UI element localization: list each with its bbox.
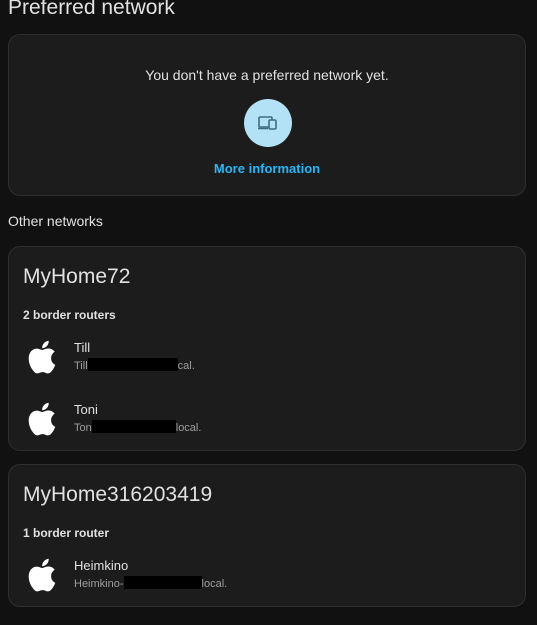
redacted-block	[123, 576, 202, 589]
router-hostname: Till cal.	[74, 358, 195, 372]
thread-settings-page: Preferred network You don't have a prefe…	[0, 0, 537, 625]
router-name: Heimkino	[74, 558, 129, 573]
router-name: Till	[74, 340, 91, 355]
devices-icon	[258, 116, 277, 130]
router-name: Toni	[74, 402, 98, 417]
other-networks-title: Other networks	[8, 213, 103, 229]
border-router-count: 1 border router	[23, 526, 110, 540]
devices-icon-circle	[244, 99, 292, 147]
network-card-myhome316203419: MyHome316203419 1 border router Heimkino…	[8, 464, 526, 607]
router-item[interactable]: Till Till cal.	[23, 339, 503, 379]
router-hostname: Heimkino-local.	[74, 576, 227, 590]
network-card-myhome72: MyHome72 2 border routers Till Till cal. …	[8, 246, 526, 451]
router-item[interactable]: Toni Ton local.	[23, 401, 503, 441]
redacted-block	[91, 420, 176, 433]
router-item[interactable]: Heimkino Heimkino-local.	[23, 557, 503, 597]
network-name: MyHome72	[23, 265, 131, 288]
apple-icon	[28, 340, 56, 374]
empty-state-text: You don't have a preferred network yet.	[145, 67, 389, 83]
hostname-prefix: Till	[74, 360, 88, 372]
apple-icon	[28, 558, 56, 592]
router-hostname: Ton local.	[74, 420, 201, 434]
hostname-prefix: Ton	[74, 422, 92, 434]
border-router-count: 2 border routers	[23, 308, 116, 322]
network-name: MyHome316203419	[23, 483, 213, 506]
preferred-network-card: You don't have a preferred network yet. …	[8, 34, 526, 196]
hostname-suffix: local.	[201, 578, 228, 590]
hostname-suffix: local.	[175, 422, 202, 434]
redacted-block	[87, 358, 178, 371]
preferred-network-title: Preferred network	[8, 0, 175, 19]
hostname-prefix: Heimkino-	[74, 578, 124, 590]
hostname-suffix: cal.	[177, 360, 195, 372]
apple-icon	[28, 402, 56, 436]
more-information-link[interactable]: More information	[9, 161, 525, 176]
